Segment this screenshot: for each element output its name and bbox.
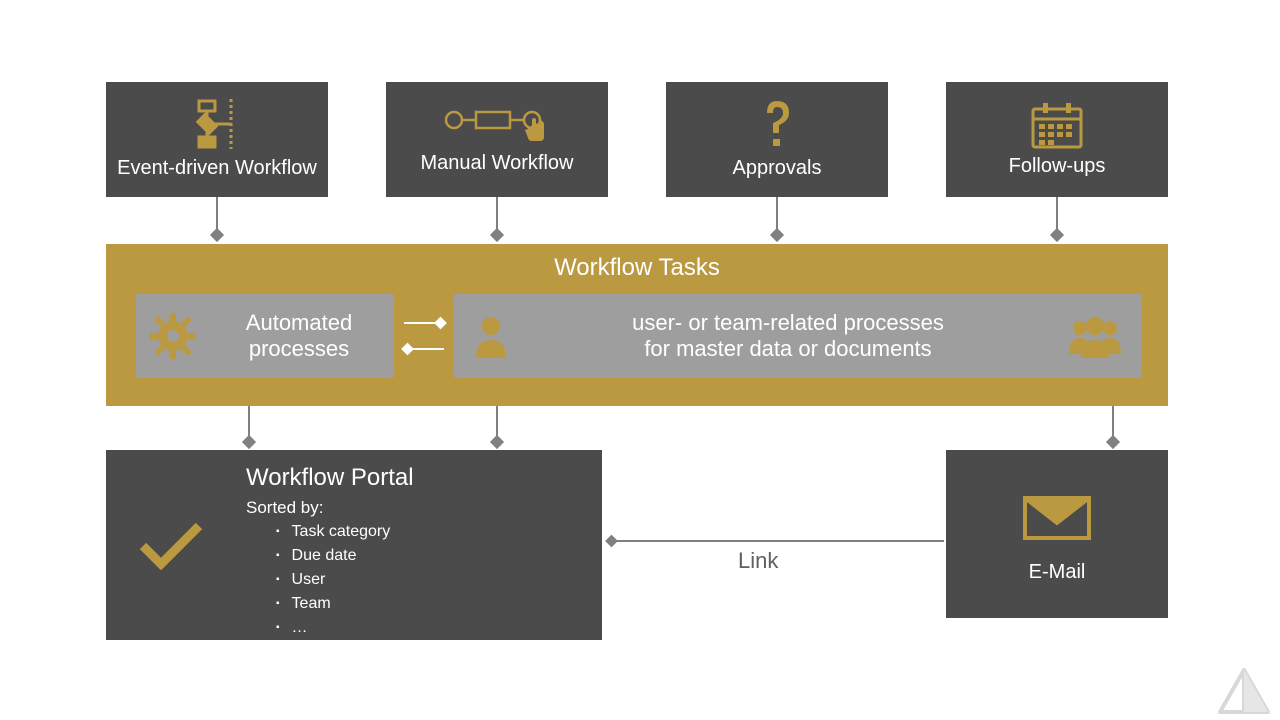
- arrow-approvals-to-tasks: [776, 197, 778, 239]
- arrow-followups-to-tasks: [1056, 197, 1058, 239]
- envelope-icon: [1022, 493, 1092, 543]
- user-icon: [472, 314, 510, 358]
- link-label: Link: [738, 548, 778, 574]
- users-group-icon: [1066, 314, 1124, 358]
- portal-sort-item: Task category: [276, 520, 414, 544]
- portal-sort-item: …: [276, 616, 414, 640]
- workflow-tasks-title: Workflow Tasks: [106, 244, 1168, 288]
- brand-logo-icon: [1216, 666, 1272, 716]
- card-event-label: Event-driven Workflow: [117, 157, 317, 180]
- card-manual-label: Manual Workflow: [420, 152, 573, 175]
- card-event-driven: Event-driven Workflow: [106, 82, 328, 197]
- card-followups-label: Follow-ups: [1009, 155, 1106, 178]
- workflow-portal-card: Workflow Portal Sorted by: Task category…: [106, 450, 602, 640]
- workflow-tasks-container: Workflow Tasks Automated processes .harr…: [106, 244, 1168, 406]
- arrow-tasks-to-portal-1: [248, 406, 250, 446]
- question-icon: [759, 99, 795, 151]
- arrow-event-to-tasks: [216, 197, 218, 239]
- portal-sort-list: Task categoryDue dateUserTeam…: [276, 520, 414, 640]
- calendar-icon: [1029, 101, 1085, 151]
- portal-title: Workflow Portal: [246, 464, 414, 492]
- arrow-auto-to-user: [404, 322, 444, 324]
- user-label-2: for master data or documents: [510, 336, 1066, 362]
- automated-label-1: Automated: [214, 310, 384, 336]
- card-manual-workflow: Manual Workflow: [386, 82, 608, 197]
- arrow-tasks-to-email: [1112, 406, 1114, 446]
- card-approvals-label: Approvals: [733, 157, 822, 180]
- email-card: E-Mail: [946, 450, 1168, 618]
- arrow-tasks-to-portal-2: [496, 406, 498, 446]
- email-label: E-Mail: [1029, 561, 1086, 584]
- checkmark-icon: [139, 520, 203, 570]
- portal-sorted-by: Sorted by:: [246, 498, 414, 518]
- arrow-user-to-auto: [404, 348, 444, 350]
- automated-processes-box: Automated processes: [136, 294, 394, 378]
- portal-sort-item: Team: [276, 592, 414, 616]
- automated-label-2: processes: [214, 336, 384, 362]
- manual-process-icon: [442, 104, 552, 148]
- arrow-email-to-portal: [608, 540, 944, 542]
- arrow-manual-to-tasks: [496, 197, 498, 239]
- gear-icon: [150, 313, 196, 359]
- user-team-processes-box: user- or team-related processes for mast…: [454, 294, 1142, 378]
- card-approvals: Approvals: [666, 82, 888, 197]
- flowchart-icon: [189, 99, 245, 149]
- portal-sort-item: Due date: [276, 544, 414, 568]
- user-label-1: user- or team-related processes: [510, 310, 1066, 336]
- card-followups: Follow-ups: [946, 82, 1168, 197]
- portal-sort-item: User: [276, 568, 414, 592]
